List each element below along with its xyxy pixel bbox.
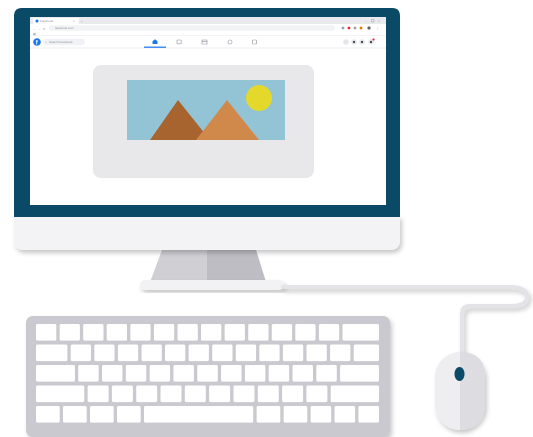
tab-close-icon[interactable]: × (73, 19, 75, 23)
keyboard-key (149, 365, 171, 382)
keyboard-key (209, 385, 231, 403)
keyboard-key (144, 406, 254, 423)
address-bar[interactable] (49, 25, 335, 31)
keyboard-key (160, 385, 182, 403)
monitor-chin (14, 216, 400, 250)
keyboard-key (117, 406, 141, 423)
keyboard-key (90, 406, 114, 423)
keyboard-key (358, 406, 379, 423)
back-icon[interactable]: ← (33, 27, 36, 31)
keyboard-key (63, 406, 87, 423)
keyboard (26, 316, 390, 437)
landscape-image-icon (127, 80, 285, 140)
keyboard-key (141, 344, 162, 362)
keyboard-key (334, 406, 356, 423)
keyboard-key (233, 385, 255, 403)
monitor-stand-base (140, 280, 284, 290)
keyboard-key (282, 385, 304, 403)
mouse-scroll-wheel (454, 367, 465, 381)
keyboard-key (221, 365, 242, 382)
keyboard-key (224, 324, 245, 341)
keyboard-key (268, 365, 290, 382)
keyboard-key (177, 324, 198, 341)
keyboard-key (306, 344, 327, 362)
extension-icon[interactable] (353, 26, 357, 30)
keyboard-key (197, 365, 218, 382)
keyboard-key (153, 324, 175, 341)
keyboard-key (212, 344, 233, 362)
address-url: facebook.com (55, 26, 74, 30)
keyboard-key (282, 344, 304, 362)
keyboard-key (165, 344, 186, 362)
keyboard-key (295, 324, 316, 341)
keyboard-key (136, 385, 158, 403)
keyboard-key (235, 344, 257, 362)
keyboard-key (340, 365, 379, 382)
keyboard-key (173, 365, 194, 382)
keyboard-key (244, 365, 266, 382)
keyboard-key (83, 324, 104, 341)
keyboard-key (188, 344, 209, 362)
new-tab-icon[interactable]: + (81, 19, 83, 23)
keyboard-key (78, 365, 99, 382)
keyboard-key (330, 385, 379, 403)
keyboard-key (102, 365, 123, 382)
facebook-search-placeholder: Search Facebook (49, 40, 73, 44)
extension-icon[interactable] (359, 26, 363, 30)
keyboard-key (125, 365, 147, 382)
keyboard-key (117, 344, 139, 362)
keyboard-key (184, 385, 206, 403)
facebook-favicon-icon (35, 19, 39, 23)
home-tab-active-indicator (144, 46, 166, 48)
keyboard-key (36, 385, 85, 403)
keyboard-key (94, 344, 115, 362)
keyboard-key (318, 324, 340, 341)
keyboard-key (256, 406, 281, 423)
keyboard-key (59, 324, 80, 341)
keyboard-key (342, 324, 379, 341)
keyboard-key (310, 406, 332, 423)
menu-icon[interactable] (343, 39, 349, 45)
keyboard-key (111, 385, 133, 403)
window-close-icon[interactable]: × (378, 19, 380, 23)
keyboard-key (130, 324, 151, 341)
keyboard-key (316, 365, 337, 382)
keyboard-key (283, 406, 308, 423)
keyboard-key (271, 324, 293, 341)
keyboard-key (36, 324, 57, 341)
profile-avatar[interactable] (367, 26, 371, 30)
tab-title: Facebook (40, 19, 54, 23)
keyboard-key (306, 385, 328, 403)
browser-menu-icon[interactable]: ⋮ (376, 26, 379, 30)
keyboard-key (330, 344, 351, 362)
mouse (435, 352, 485, 430)
keyboard-key (106, 324, 127, 341)
keyboard-key (248, 324, 269, 341)
extension-icon[interactable] (347, 26, 351, 30)
keyboard-key (259, 344, 280, 362)
keyboard-key (353, 344, 379, 362)
forward-icon[interactable]: → (38, 27, 41, 31)
keyboard-key (257, 385, 279, 403)
keyboard-key (292, 365, 313, 382)
keyboard-key (70, 344, 91, 362)
browser-tab-strip (30, 17, 386, 24)
extension-icon[interactable] (341, 26, 345, 30)
sun-shape (246, 85, 272, 111)
monitor: Facebook × + – × ← → ↻ facebook.com ⋮ ▦ … (14, 8, 400, 290)
keyboard-key (36, 406, 60, 423)
keyboard-key (201, 324, 222, 341)
keyboard-key (36, 365, 75, 382)
notification-badge (372, 38, 375, 41)
keyboard-key (36, 344, 68, 362)
keyboard-key (87, 385, 109, 403)
